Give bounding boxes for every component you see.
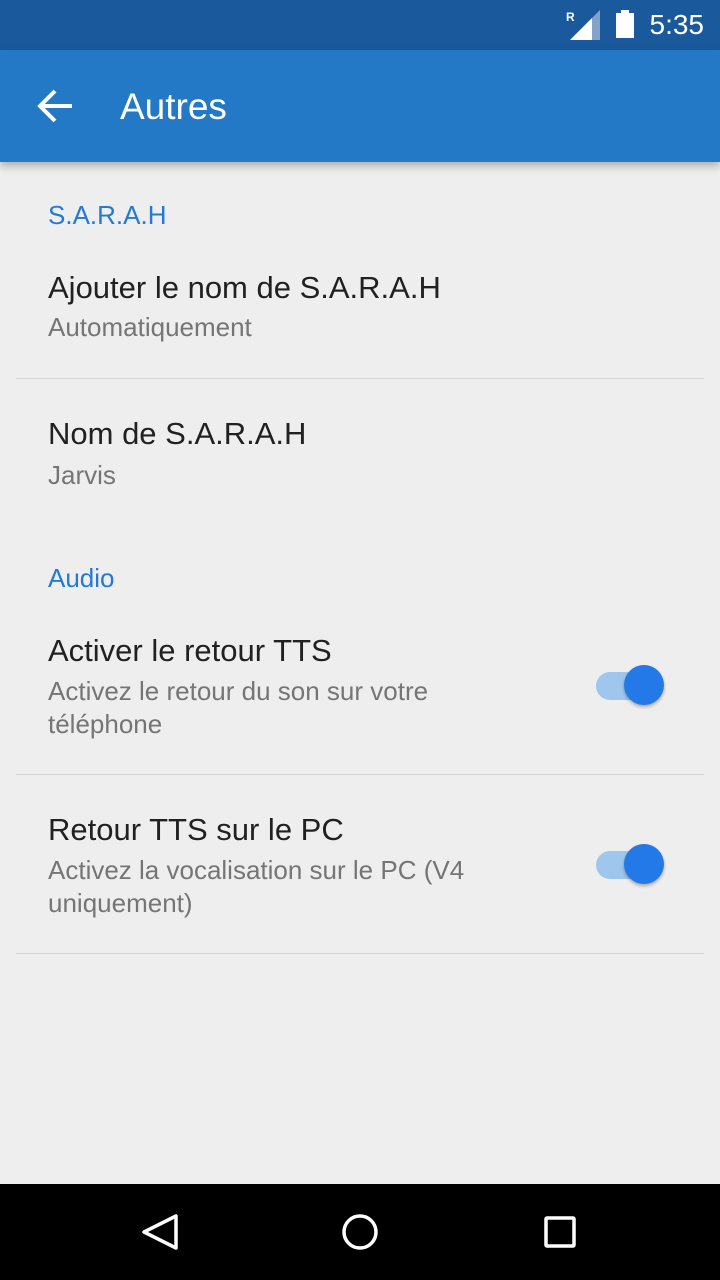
pref-add-sarah-name[interactable]: Ajouter le nom de S.A.R.A.H Automatiquem… [0, 258, 720, 378]
pref-title: Ajouter le nom de S.A.R.A.H [48, 270, 441, 305]
arrow-left-icon[interactable] [28, 78, 84, 134]
pref-summary-line1: Activez le retour du son sur votre [48, 676, 429, 706]
status-time: 5:35 [649, 9, 705, 40]
pref-summary-line2: téléphone [48, 709, 163, 739]
divider [16, 774, 704, 775]
system-nav-bar [0, 1184, 720, 1280]
status-bar: R 5:35 [0, 0, 720, 50]
back-triangle-icon[interactable] [136, 1208, 184, 1256]
pref-title: Retour TTS sur le PC [48, 812, 344, 847]
battery-icon [616, 10, 634, 38]
tts-toggle-switch[interactable] [596, 664, 668, 708]
pref-summary: Jarvis [48, 460, 116, 490]
pref-summary-line1: Activez la vocalisation sur le PC (V4 [48, 855, 465, 885]
divider [16, 378, 704, 379]
signal-icon: R [566, 10, 600, 40]
app-toolbar: Autres [0, 50, 720, 162]
switch-thumb [624, 665, 664, 705]
pref-tts-on-pc[interactable]: Retour TTS sur le PC Activez la vocalisa… [0, 802, 720, 952]
pc-tts-toggle-switch[interactable] [596, 843, 668, 887]
home-circle-icon[interactable] [336, 1208, 384, 1256]
pref-enable-tts[interactable]: Activer le retour TTS Activez le retour … [0, 622, 720, 772]
section-header-audio: Audio [48, 563, 115, 593]
section-header-sarah: S.A.R.A.H [48, 200, 167, 230]
pref-summary-line2: uniquement) [48, 888, 193, 918]
page-title: Autres [120, 86, 227, 127]
pref-title: Activer le retour TTS [48, 633, 332, 668]
recents-square-icon[interactable] [536, 1208, 584, 1256]
divider [16, 953, 704, 954]
roaming-indicator: R [566, 10, 575, 24]
pref-sarah-name[interactable]: Nom de S.A.R.A.H Jarvis [0, 404, 720, 524]
switch-thumb [624, 844, 664, 884]
pref-summary: Automatiquement [48, 312, 252, 342]
pref-title: Nom de S.A.R.A.H [48, 416, 307, 451]
